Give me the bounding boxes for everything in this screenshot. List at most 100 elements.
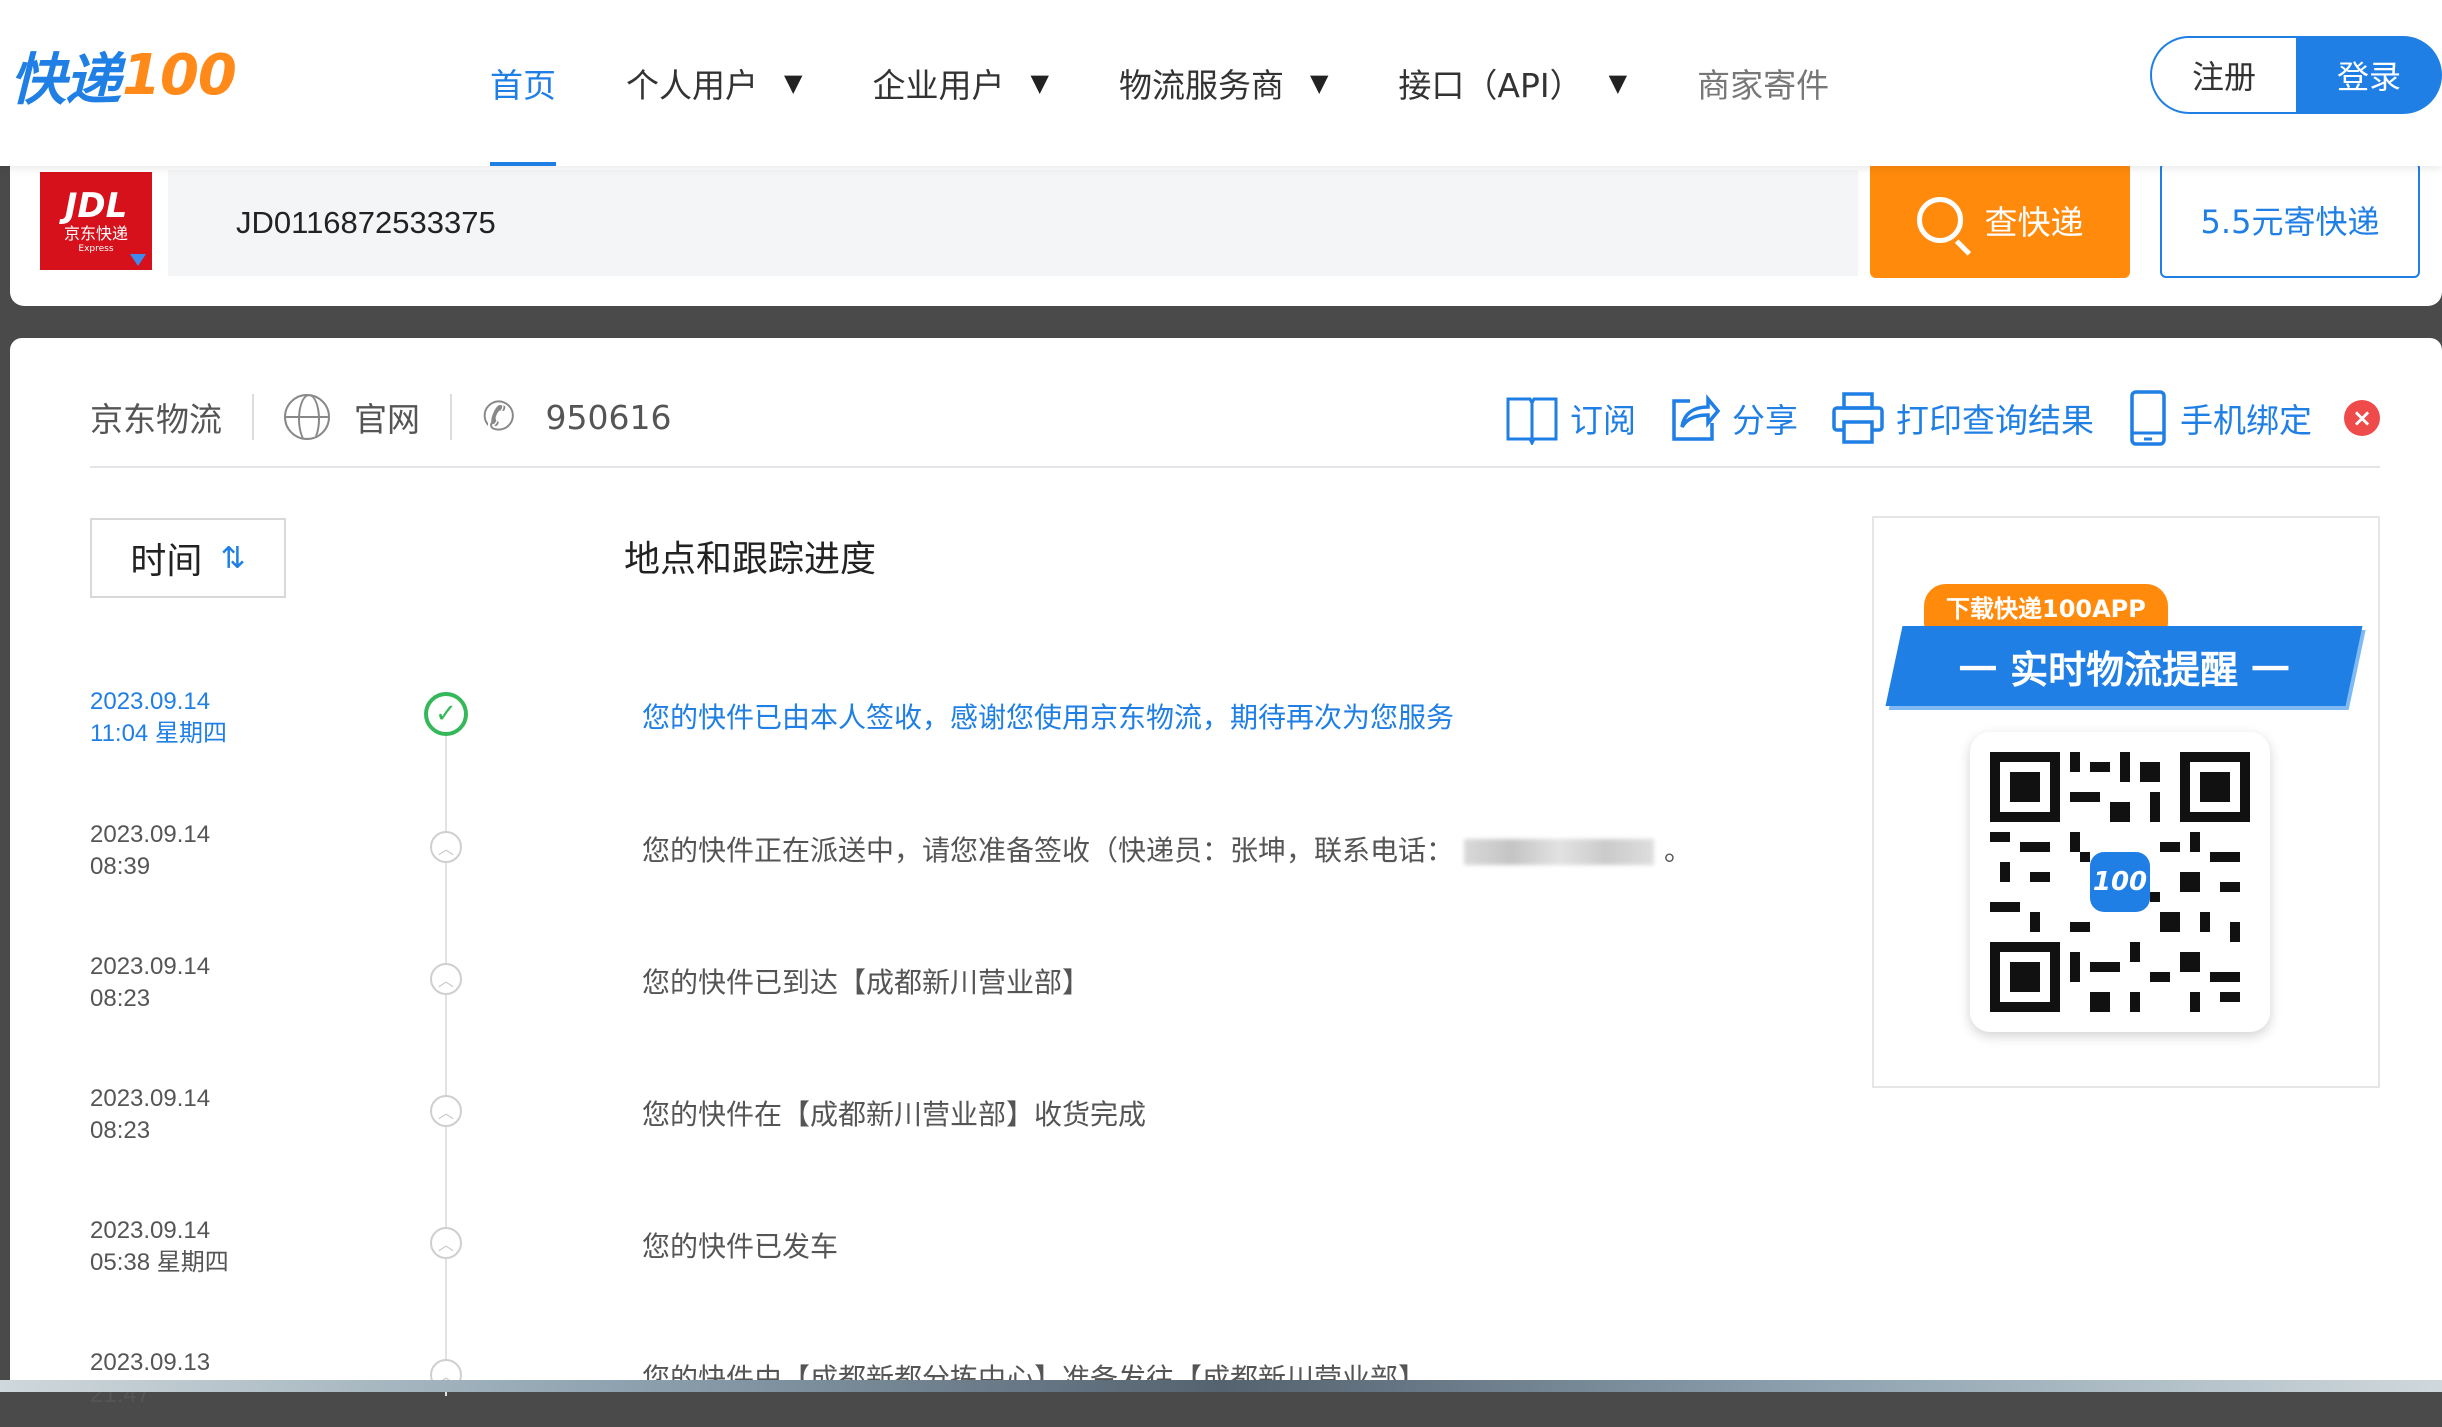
- caret-down-icon: ▼: [1030, 69, 1049, 97]
- top-navigation-bar: 快递 100 首页 个人用户 ▼ 企业用户 ▼ 物流服务商 ▼ 接口（API） ▼…: [0, 0, 2442, 166]
- timeline-date: 2023.09.14: [90, 1085, 211, 1112]
- timeline-time: 2023.09.14 11:04 星期四: [90, 686, 227, 750]
- nav-home-label: 首页: [490, 66, 556, 105]
- nav-logistics-providers[interactable]: 物流服务商 ▼: [1119, 0, 1328, 166]
- timeline-time: 2023.09.13 21:47: [90, 1347, 210, 1411]
- chevron-up-circle-icon: ︿: [430, 1095, 462, 1127]
- tracking-number-input[interactable]: [168, 170, 1858, 276]
- subscribe-button[interactable]: 订阅: [1504, 391, 1636, 445]
- timeline-row: 2023.09.14 11:04 星期四 ✓ 您的快件已由本人签收，感谢您使用京…: [10, 686, 1810, 766]
- search-icon: [1916, 197, 1963, 243]
- nav-merchant-shipping-label: 商家寄件: [1697, 66, 1830, 105]
- printer-icon: [1832, 392, 1884, 444]
- promo-tag: 下载快递100APP: [1924, 584, 2168, 628]
- carrier-logo-subtext: 京东快递: [63, 224, 128, 243]
- bind-phone-button[interactable]: 手机绑定: [2126, 389, 2312, 447]
- carrier-phone-number: 950616: [545, 397, 672, 437]
- promo-banner-text: 一 实时物流提醒 一: [1958, 647, 2290, 692]
- qr-badge-logo: 100: [2090, 852, 2150, 912]
- query-button-label: 查快递: [1984, 203, 2084, 242]
- timeline-time: 2023.09.14 08:39: [90, 819, 210, 883]
- close-icon[interactable]: ×: [2344, 400, 2380, 436]
- chevron-up-circle-icon: ︿: [430, 963, 462, 995]
- timeline-description: 您的快件在【成都新川营业部】收货完成: [642, 1098, 1147, 1131]
- timeline-description: 您的快件已由本人签收，感谢您使用京东物流，期待再次为您服务: [642, 701, 1455, 734]
- mobile-phone-icon: [2130, 390, 2166, 446]
- check-circle-icon: ✓: [424, 692, 468, 736]
- divider: [450, 394, 452, 440]
- timeline-date: 2023.09.14: [90, 1217, 211, 1244]
- timeline-row: 2023.09.14 08:39 ︿ 您的快件正在派送中，请您准备签收（快递员：…: [10, 819, 1810, 899]
- timeline-row: 2023.09.14 05:38 星期四 ︿ 您的快件已发车: [10, 1215, 1810, 1295]
- timeline-description: 您的快件已到达【成都新川营业部】: [642, 966, 1091, 999]
- login-button[interactable]: 登录: [2296, 36, 2442, 114]
- bind-phone-label: 手机绑定: [2180, 401, 2312, 440]
- timeline-description: 您的快件正在派送中，请您准备签收（快递员：张坤，联系电话： 。: [642, 829, 1692, 869]
- timeline-time: 2023.09.14 08:23: [90, 1083, 210, 1147]
- send-express-button[interactable]: 5.5元寄快递: [2160, 162, 2420, 278]
- divider: [252, 394, 254, 440]
- time-sort-label: 时间: [130, 541, 203, 582]
- share-icon: [1672, 394, 1721, 441]
- timeline-time: 2023.09.14 08:23: [90, 951, 210, 1015]
- app-download-promo[interactable]: 下载快递100APP 一 实时物流提醒 一 100: [1872, 516, 2380, 1088]
- sort-arrows-icon: ⇅: [220, 540, 246, 576]
- nav-merchant-shipping[interactable]: 商家寄件: [1697, 0, 1829, 166]
- nav-personal-users[interactable]: 个人用户 ▼: [626, 0, 802, 166]
- timeline-clock: 11:04 星期四: [90, 720, 227, 747]
- timeline-clock: 08:23: [90, 1117, 151, 1144]
- timeline-clock: 05:38 星期四: [90, 1249, 229, 1276]
- nav-personal-users-label: 个人用户: [626, 66, 758, 105]
- auth-buttons: 注册 登录: [2150, 36, 2442, 114]
- phone-icon: ✆: [482, 394, 516, 440]
- timeline-description-text: 您的快件正在派送中，请您准备签收（快递员：张坤，联系电话：: [642, 834, 1455, 867]
- progress-column-header: 地点和跟踪进度: [624, 539, 877, 580]
- chevron-up-circle-icon: ︿: [430, 831, 462, 863]
- book-icon: [1506, 397, 1558, 445]
- carrier-info-bar: 京东物流 官网 ✆ 950616 订阅 分享 打印查询结果 手机绑定 ×: [90, 368, 2380, 468]
- timeline-date: 2023.09.14: [90, 821, 211, 848]
- main-nav: 首页 个人用户 ▼ 企业用户 ▼ 物流服务商 ▼ 接口（API） ▼ 商家寄件: [490, 0, 1899, 166]
- query-button[interactable]: 查快递: [1870, 162, 2130, 278]
- timeline-description-end: 。: [1664, 834, 1693, 867]
- timeline-time: 2023.09.14 05:38 星期四: [90, 1215, 229, 1279]
- carrier-logo-text: JDL: [64, 186, 128, 226]
- caret-down-icon: ▼: [1608, 69, 1628, 97]
- redacted-phone: [1464, 839, 1655, 865]
- timeline-row: 2023.09.14 08:23 ︿ 您的快件已到达【成都新川营业部】: [10, 951, 1810, 1031]
- subscribe-label: 订阅: [1570, 401, 1636, 440]
- print-button[interactable]: 打印查询结果: [1830, 390, 2094, 446]
- tracking-result-card: 京东物流 官网 ✆ 950616 订阅 分享 打印查询结果 手机绑定 × 时间 …: [10, 338, 2442, 1408]
- timeline-clock: 08:39: [90, 853, 151, 880]
- promo-banner: 一 实时物流提醒 一: [1885, 626, 2363, 706]
- kuaidi100-logo[interactable]: 快递 100: [10, 38, 237, 113]
- search-card: JDL 京东快递 Express 查快递 5.5元寄快递: [10, 150, 2442, 306]
- timeline-row: 2023.09.14 08:23 ︿ 您的快件在【成都新川营业部】收货完成: [10, 1083, 1810, 1163]
- result-actions: 订阅 分享 打印查询结果 手机绑定 ×: [1472, 368, 2380, 468]
- dropdown-triangle-icon: [130, 254, 146, 266]
- nav-api[interactable]: 接口（API） ▼: [1398, 0, 1627, 166]
- timeline-date: 2023.09.14: [90, 688, 211, 715]
- share-label: 分享: [1732, 401, 1798, 440]
- carrier-phone: ✆ 950616: [482, 394, 672, 440]
- nav-logistics-providers-label: 物流服务商: [1118, 66, 1284, 105]
- nav-home[interactable]: 首页: [490, 0, 556, 166]
- carrier-selector[interactable]: JDL 京东快递 Express: [40, 172, 152, 270]
- print-label: 打印查询结果: [1896, 401, 2094, 440]
- qr-code: 100: [1970, 732, 2270, 1032]
- timeline-clock: 08:23: [90, 985, 151, 1012]
- nav-enterprise-users-label: 企业用户: [872, 66, 1005, 105]
- share-button[interactable]: 分享: [1668, 391, 1798, 445]
- official-website-link[interactable]: 官网: [284, 393, 420, 441]
- background-strip: [0, 1380, 2442, 1392]
- nav-api-label: 接口（API）: [1398, 66, 1583, 105]
- timeline-date: 2023.09.13: [90, 1349, 211, 1376]
- nav-enterprise-users[interactable]: 企业用户 ▼: [872, 0, 1048, 166]
- register-button[interactable]: 注册: [2150, 36, 2296, 114]
- globe-icon: [284, 394, 330, 440]
- time-sort-button[interactable]: 时间 ⇅: [90, 518, 286, 598]
- carrier-name: 京东物流: [90, 400, 222, 439]
- timeline-date: 2023.09.14: [90, 953, 211, 980]
- caret-down-icon: ▼: [1309, 69, 1329, 97]
- timeline-description: 您的快件已发车: [642, 1230, 839, 1263]
